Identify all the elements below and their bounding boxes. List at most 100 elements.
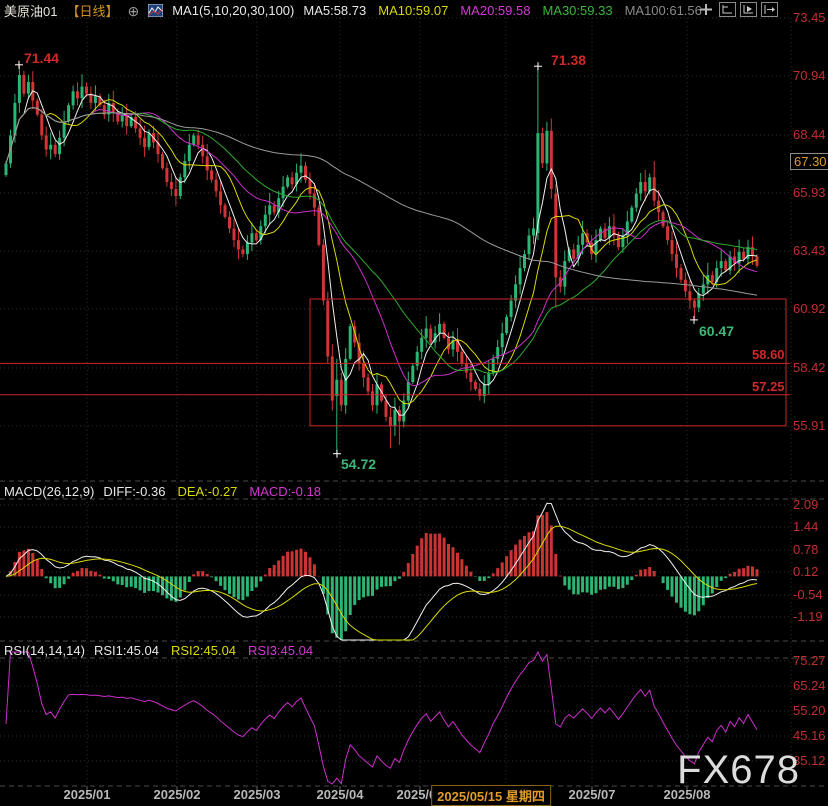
candle-body: [170, 182, 173, 189]
candle-body: [630, 208, 633, 222]
candle-body: [684, 280, 687, 292]
candle-body: [572, 249, 575, 258]
rsi-header: RSI(14,14,14) RSI1:45.04RSI2:45.04RSI3:4…: [4, 643, 313, 658]
candle-body: [344, 359, 347, 406]
candle-body: [304, 166, 307, 180]
candle-body: [224, 205, 227, 217]
candle-body: [644, 182, 647, 191]
candle-body: [541, 133, 544, 163]
candle-body: [680, 268, 683, 280]
period-selector[interactable]: 【日线】: [66, 1, 118, 20]
candle-body: [724, 261, 727, 270]
chart-type-icon[interactable]: [148, 4, 163, 17]
candle-body: [711, 275, 714, 282]
candle-body: [662, 212, 665, 226]
candle-body: [693, 301, 696, 308]
ma-line-30: [6, 108, 757, 374]
candle-body: [510, 301, 513, 317]
candle-body: [742, 252, 745, 259]
candle-body: [349, 326, 352, 359]
candle-body: [447, 338, 450, 350]
candle-body: [273, 205, 276, 212]
ma-line-10: [6, 100, 757, 404]
candle-body: [300, 166, 303, 173]
candle-body: [532, 229, 535, 236]
candle-body: [756, 256, 759, 265]
ma20-value: MA20:59.58: [460, 3, 530, 18]
pan-right-icon[interactable]: [761, 2, 778, 17]
rsi-line: [6, 652, 757, 784]
candle-body: [76, 91, 79, 98]
candle-body: [487, 373, 490, 385]
rsi-title[interactable]: RSI(14,14,14): [4, 643, 85, 658]
axis-scale-left-icon[interactable]: [719, 2, 736, 17]
candle-body: [228, 217, 231, 229]
macd-header: MACD(26,12,9) DIFF:-0.36 DEA:-0.27 MACD:-0…: [4, 484, 321, 499]
candle-body: [67, 105, 70, 121]
macd-diff-value: DIFF:-0.36: [103, 484, 165, 499]
candle-body: [322, 245, 325, 301]
candle-body: [143, 138, 146, 147]
candle-body: [443, 324, 446, 338]
ma-settings-label[interactable]: MA1(5,10,20,30,100): [172, 3, 294, 18]
candle-body: [210, 170, 213, 179]
ma-values: MA5:58.73MA10:59.07MA20:59.58MA30:59.33M…: [303, 3, 702, 18]
ma-line-20: [6, 108, 757, 386]
candle-body: [648, 177, 651, 191]
candle-body: [550, 131, 553, 189]
candle-body: [255, 233, 258, 240]
candle-body: [313, 194, 316, 208]
candle-body: [385, 401, 388, 417]
chart-canvas[interactable]: [0, 0, 828, 803]
candle-body: [505, 317, 508, 333]
pan-icon[interactable]: [698, 2, 715, 17]
candle-body: [72, 91, 75, 105]
toolbar-icons: [698, 2, 778, 17]
candle-body: [317, 208, 320, 245]
candle-body: [411, 366, 414, 382]
candle-body: [545, 131, 548, 164]
ma-line-5: [6, 91, 757, 415]
candle-body: [179, 177, 182, 196]
candle-body: [639, 182, 642, 194]
candle-body: [81, 87, 84, 99]
candle-body: [206, 156, 209, 170]
symbol-name: 美原油01: [4, 1, 57, 20]
axis-scale-right-icon[interactable]: [740, 2, 757, 17]
ma5-value: MA5:58.73: [303, 3, 366, 18]
candle-body: [286, 177, 289, 186]
candle-body: [291, 177, 294, 184]
ma10-value: MA10:59.07: [378, 3, 448, 18]
candle-body: [371, 391, 374, 405]
rsi1-value: RSI1:45.04: [94, 643, 159, 658]
candle-body: [219, 191, 222, 205]
candle-body: [340, 380, 343, 406]
candle-body: [94, 96, 97, 103]
watermark: FX678: [677, 748, 800, 793]
candle-body: [420, 338, 423, 352]
chart-app: 美原油01 【日线】 ⊕ MA1(5,10,20,30,100) MA5:58.…: [0, 0, 828, 803]
candle-body: [398, 410, 401, 422]
candle-body: [519, 268, 522, 284]
candle-body: [197, 136, 200, 145]
candle-body: [36, 101, 39, 115]
candle-body: [523, 254, 526, 268]
candle-body: [335, 380, 338, 396]
macd-title[interactable]: MACD(26,12,9): [4, 484, 94, 499]
candle-body: [188, 145, 191, 161]
candle-body: [5, 163, 8, 175]
crosshair-toggle-icon[interactable]: ⊕: [127, 4, 139, 18]
candle-body: [393, 410, 396, 426]
candle-body: [165, 168, 168, 182]
candle-body: [233, 229, 236, 241]
candle-body: [54, 145, 57, 154]
macd-macd-value: MACD:-0.18: [249, 484, 321, 499]
candle-body: [474, 382, 477, 389]
candle-body: [264, 215, 267, 227]
candle-body: [501, 333, 504, 347]
candle-body: [309, 180, 312, 194]
candle-body: [367, 377, 370, 391]
macd-dea-value: DEA:-0.27: [177, 484, 237, 499]
candle-body: [22, 75, 25, 94]
candle-body: [671, 240, 674, 254]
